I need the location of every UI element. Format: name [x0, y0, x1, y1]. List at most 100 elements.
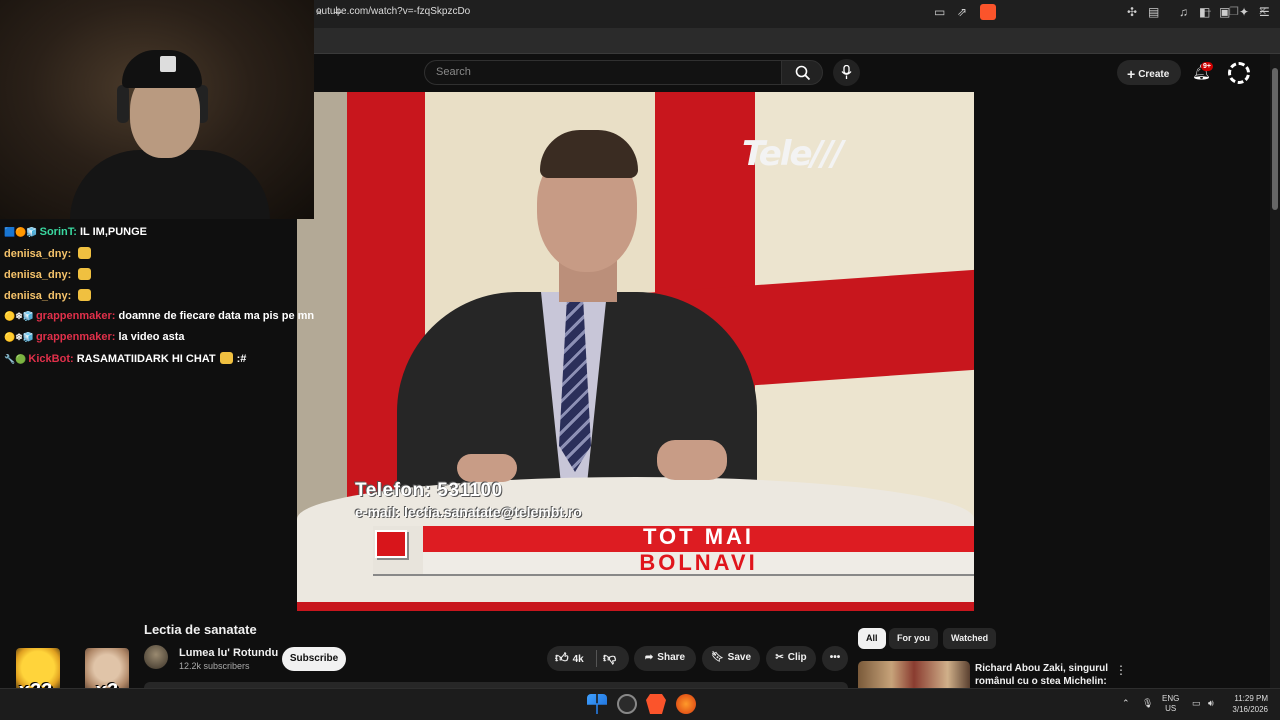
reader-icon[interactable]: ▤ [1148, 5, 1159, 19]
more-icon: ••• [829, 652, 841, 663]
channel-name[interactable]: Lumea lu' Rotundu [179, 647, 278, 659]
media-icon[interactable]: ♫ [1179, 5, 1188, 19]
language-indicator[interactable]: ENG US [1162, 694, 1179, 714]
streamer-webcam [0, 0, 314, 219]
search-input[interactable]: Search [424, 60, 782, 85]
chat-message: 🟦🟠🧊 SorinT: IL IM,PUNGE [0, 222, 330, 243]
plus-icon: + [1127, 66, 1136, 82]
extensions-icon[interactable]: ✣ [1127, 5, 1137, 19]
chat-separator: : [69, 353, 77, 365]
clip-label: Clip [787, 652, 807, 663]
chat-message: deniisa_dny: [0, 264, 330, 285]
chat-message: deniisa_dny: [0, 285, 330, 306]
share-page-icon[interactable]: ⇗ [957, 5, 967, 19]
wallet-icon[interactable]: ▣ [1219, 5, 1230, 19]
chat-username[interactable]: grappenmaker [36, 331, 112, 343]
chat-text: la video asta [118, 331, 185, 343]
restore-button[interactable]: ❐ [1229, 5, 1239, 18]
streamer-body [70, 150, 270, 219]
display-tray-icon[interactable]: ▭ [1192, 698, 1201, 709]
leo-ai-icon[interactable]: ✦ [1239, 5, 1249, 19]
filter-chip[interactable]: All [858, 628, 886, 649]
microphone-tray-icon[interactable]: 🎙︎ [1142, 698, 1153, 709]
chat-emote-icon [78, 268, 92, 280]
app-icon[interactable] [676, 694, 696, 714]
cap-logo [160, 56, 176, 72]
like-count: 4k [572, 654, 584, 665]
studio-floor-stripe [297, 602, 974, 611]
chat-separator: : [67, 290, 75, 302]
headset-left [117, 85, 129, 123]
microphone-icon [841, 65, 852, 79]
chat-text: doamne de fiecare data ma pis pe mn [118, 310, 315, 322]
subscribe-button[interactable]: Subscribe [282, 647, 346, 671]
chat-text: RASAMATIIDARK HI CHAT [76, 353, 216, 365]
chat-username[interactable]: deniisa_dny [4, 269, 68, 281]
chat-badges-icon: 🟦🟠🧊 [4, 227, 38, 237]
dislike-button[interactable]: 👎︎ [603, 650, 616, 666]
chat-emote-icon [78, 247, 92, 259]
clock-time: 11:29 PM [1234, 694, 1268, 703]
search-button[interactable] [781, 60, 823, 85]
stream-chat: 🟦🟠🧊 SorinT: IL IM,PUNGE deniisa_dny: denii… [0, 222, 330, 369]
clip-button[interactable]: ✂ Clip [766, 646, 816, 671]
brave-shields-icon[interactable] [980, 4, 996, 20]
notification-count-badge: 9+ [1201, 62, 1213, 71]
search-icon [795, 65, 811, 81]
tray-overflow-icon[interactable]: ⌃ [1122, 698, 1130, 709]
chat-username[interactable]: KickBot [28, 353, 70, 365]
lower-third-line2: BOLNAVI [639, 550, 758, 575]
share-icon: ➦ [644, 652, 654, 663]
volume-icon[interactable]: 🔊︎ [1208, 698, 1214, 709]
sidebar-icon[interactable]: ◧ [1199, 5, 1210, 19]
recommended-video-menu-icon[interactable]: ⋮ [1115, 663, 1127, 677]
scissors-icon: ✂ [775, 652, 784, 663]
chat-username[interactable]: SorinT [40, 226, 74, 238]
chat-separator: : [111, 310, 119, 322]
voice-search-button[interactable] [833, 59, 860, 86]
chat-separator: : [111, 331, 119, 343]
bookmark-icon: 🔖︎ [710, 652, 724, 663]
chat-text: :# [236, 353, 247, 365]
overlay-phone-text: Telefon: 531100 [355, 480, 503, 501]
share-label: Share [657, 652, 686, 663]
like-button[interactable]: 👍︎ 4k [555, 650, 584, 666]
presenter-hand [657, 440, 727, 480]
thumbs-up-icon: 👍︎ [555, 650, 569, 665]
chat-badges-icon: 🟡❄🧊 [4, 332, 34, 342]
filter-chip[interactable]: Watched [943, 628, 997, 649]
url-field[interactable]: outube.com/watch?v=-fzqSkpzcDo [316, 6, 470, 17]
chat-message: 🟡❄🧊 grappenmaker: la video asta [0, 327, 330, 348]
like-dislike-group: 👍︎ 4k 👎︎ [547, 646, 629, 671]
chat-message: 🟡❄🧊 grappenmaker: doamne de fiecare data … [0, 306, 330, 327]
chat-username[interactable]: deniisa_dny [4, 248, 68, 260]
create-button[interactable]: + Create [1117, 60, 1181, 85]
subscriber-count: 12.2k subscribers [179, 661, 250, 671]
tv-channel-logo: Tele/// [742, 134, 844, 174]
keyboard-layout: US [1165, 704, 1177, 713]
system-clock[interactable]: 11:29 PM 3/16/2026 [1226, 693, 1268, 715]
chat-emote-icon [78, 289, 92, 301]
obs-icon[interactable] [617, 694, 637, 714]
language-code: ENG [1162, 694, 1180, 703]
lower-third-red-square [375, 530, 407, 558]
save-button[interactable]: 🔖︎ Save [702, 646, 760, 671]
video-player[interactable]: Tele/// Telefon: 531100 e-mail: lectia.s… [297, 92, 974, 611]
more-actions-button[interactable]: ••• [822, 646, 848, 671]
account-avatar[interactable] [1228, 62, 1250, 84]
presenter-hand [457, 454, 517, 482]
overlay-email-text: e-mail: lectia.sanatate@telembt.ro [355, 504, 582, 520]
menu-icon[interactable]: ☰ [1259, 5, 1270, 19]
chat-emote-icon [219, 352, 233, 364]
lower-third-line1: TOT MAI [642, 524, 755, 549]
create-label: Create [1138, 69, 1170, 80]
scrollbar-thumb[interactable] [1272, 68, 1278, 210]
chat-separator: : [67, 269, 75, 281]
share-button[interactable]: ➦ Share [634, 646, 696, 671]
chat-username[interactable]: grappenmaker [36, 310, 112, 322]
chat-separator: : [73, 226, 80, 238]
chat-username[interactable]: deniisa_dny [4, 290, 68, 302]
filter-chip[interactable]: For you [889, 628, 938, 649]
cast-icon[interactable]: ▭ [934, 5, 945, 19]
channel-avatar[interactable] [144, 645, 168, 669]
